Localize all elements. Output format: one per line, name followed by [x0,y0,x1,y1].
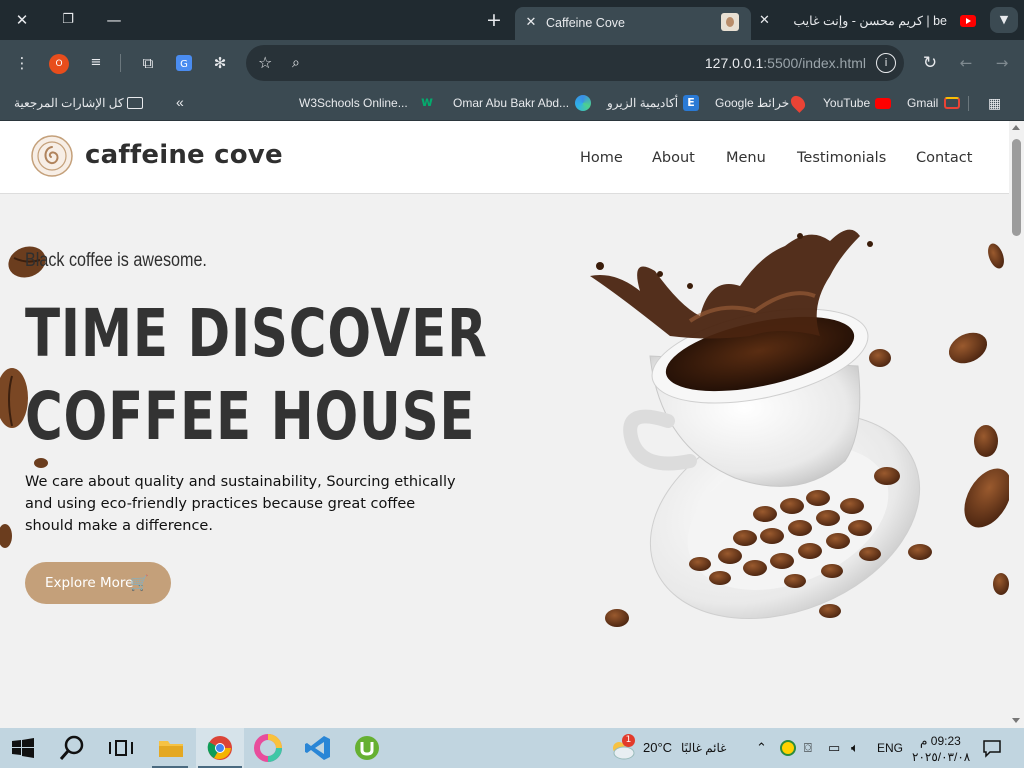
gmail-icon [944,97,960,109]
chrome-icon[interactable] [205,734,235,762]
extension-badge-icon[interactable]: O [49,54,69,74]
task-view-icon[interactable] [106,734,136,762]
extensions-icon[interactable]: ⧉ [136,51,160,75]
forward-icon[interactable]: → [990,51,1014,75]
bookmark-star-icon[interactable]: ☆ [258,52,272,74]
input-language[interactable]: ENG [877,738,903,758]
address-bar[interactable]: ☆ ⌕ 127.0.0.1:5500/index.html i [246,45,904,81]
lens-search-icon[interactable]: ⌕ [292,52,300,74]
cart-icon: 🛒 [130,574,149,592]
vscode-icon[interactable] [303,734,333,762]
maps-icon [788,93,808,113]
new-tab-icon[interactable]: + [481,8,507,32]
nav-about[interactable]: About [652,147,695,169]
bookmark-omar[interactable]: Omar Abu Bakr Abd... [453,93,569,113]
volume-icon[interactable]: 🔈︎ [851,738,859,758]
hero-tagline: Black coffee is awesome. [25,250,207,271]
restore-window-icon[interactable]: ❐ [55,8,81,32]
bookmark-all[interactable]: كل الإشارات المرجعية [14,93,124,113]
page-viewport: caffeine cove Home About Menu Testimonia… [0,121,1009,728]
coffee-logo-icon[interactable] [30,134,74,178]
search-icon[interactable] [58,734,88,762]
bookmark-gmail[interactable]: Gmail [907,93,938,113]
network-icon[interactable]: ▭ [828,738,840,758]
toolbar-divider [120,54,121,72]
close-tab-icon[interactable]: ✕ [759,11,770,31]
bookmark-google-maps[interactable]: Google خرائط [715,93,789,113]
weather-condition[interactable]: غائم غالبًا [681,738,726,758]
url-text[interactable]: 127.0.0.1:5500/index.html [705,53,866,73]
scroll-up-arrow-icon[interactable] [1012,125,1020,130]
page-scrollbar[interactable] [1009,121,1024,728]
site-info-icon[interactable]: i [876,53,896,73]
minimize-window-icon[interactable]: — [101,8,127,32]
translate-extension-icon[interactable]: G [172,51,196,75]
hero-headline-line-1: TIME DISCOVER [25,295,488,372]
notifications-icon[interactable] [982,738,1002,758]
hero-intro-text: We care about quality and sustainability… [25,474,456,534]
scroll-thumb[interactable] [1012,139,1021,236]
bookmarks-bar: كل الإشارات المرجعية « W3Schools Online.… [0,85,1024,121]
weather-badge: 1 [622,734,635,747]
hero-headline-line-2: COFFEE HOUSE [25,378,476,455]
browser-toolbar: ⋮ ≡ ⧉ G ✻ ☆ ⌕ 127.0.0.1:5500/index.html … [0,40,1024,85]
back-icon[interactable]: ← [954,51,978,75]
site-favicon-icon [721,13,739,31]
bookmark-zero-academy[interactable]: أكاديمية الزيرو [607,93,678,113]
show-hidden-icons-icon[interactable]: ⌃ [756,738,767,758]
reading-list-icon[interactable]: ≡ [84,51,108,75]
react-devtools-icon[interactable]: ✻ [208,51,232,75]
windows-start-icon[interactable] [12,738,34,758]
reload-icon[interactable]: ↻ [918,51,942,75]
svg-text:G: G [180,59,188,70]
scroll-down-arrow-icon[interactable] [1012,718,1020,723]
tab-youtube[interactable]: ✕ be | كريم محسن - وإنت غايب [755,7,983,37]
bookmark-youtube[interactable]: YouTube [823,93,870,113]
apps-grid-icon[interactable]: ▦ [988,93,1001,113]
tab-strip: ✕ ❐ — + ✕ Caffeine Cove ✕ be | كريم محسن… [0,0,1024,40]
folder-icon [127,97,143,109]
chevron-double-left-icon[interactable]: « [176,92,184,112]
site-header: caffeine cove Home About Menu Testimonia… [0,121,1009,194]
site-name[interactable]: caffeine cove [85,137,283,173]
close-window-icon[interactable]: ✕ [9,8,35,32]
windows-taskbar: 1 20°C غائم غالبًا ⌃ ⌼ ▭ 🔈︎ ENG 09:23 م … [0,728,1024,768]
utorrent-icon[interactable] [352,734,382,762]
colorful-app-icon[interactable] [253,734,283,762]
nav-home[interactable]: Home [580,147,623,169]
w3schools-icon: w [421,95,434,110]
nav-menu[interactable]: Menu [726,147,766,169]
tray-app-icon[interactable] [780,740,796,756]
explore-more-label: Explore More [45,575,134,591]
edge-icon [575,95,591,111]
more-menu-icon[interactable]: ⋮ [10,51,34,75]
coffee-cup-splash-image [590,229,1009,627]
close-tab-icon[interactable]: ✕ [523,13,539,33]
bookmark-divider [968,96,969,111]
tab-title: be | كريم محسن - وإنت غايب [793,14,947,28]
file-explorer-icon[interactable] [156,734,186,762]
youtube-icon [875,98,891,109]
bookmark-w3schools[interactable]: W3Schools Online... [299,93,408,113]
meet-now-icon[interactable]: ⌼ [804,738,812,758]
weather-temperature[interactable]: 20°C [643,738,672,758]
nav-testimonials[interactable]: Testimonials [797,147,886,169]
zero-academy-icon: E [683,95,699,111]
tab-search-icon[interactable]: ▼ [990,7,1018,33]
tab-title: Caffeine Cove [546,16,625,30]
tab-caffeine-cove[interactable]: ✕ Caffeine Cove [515,7,751,40]
explore-more-button[interactable]: Explore More 🛒 [25,562,171,604]
nav-contact[interactable]: Contact [916,147,972,169]
clock-date[interactable]: ٢٠٢٥/٠٣/٠٨ [912,747,970,767]
youtube-favicon-icon [960,15,976,27]
